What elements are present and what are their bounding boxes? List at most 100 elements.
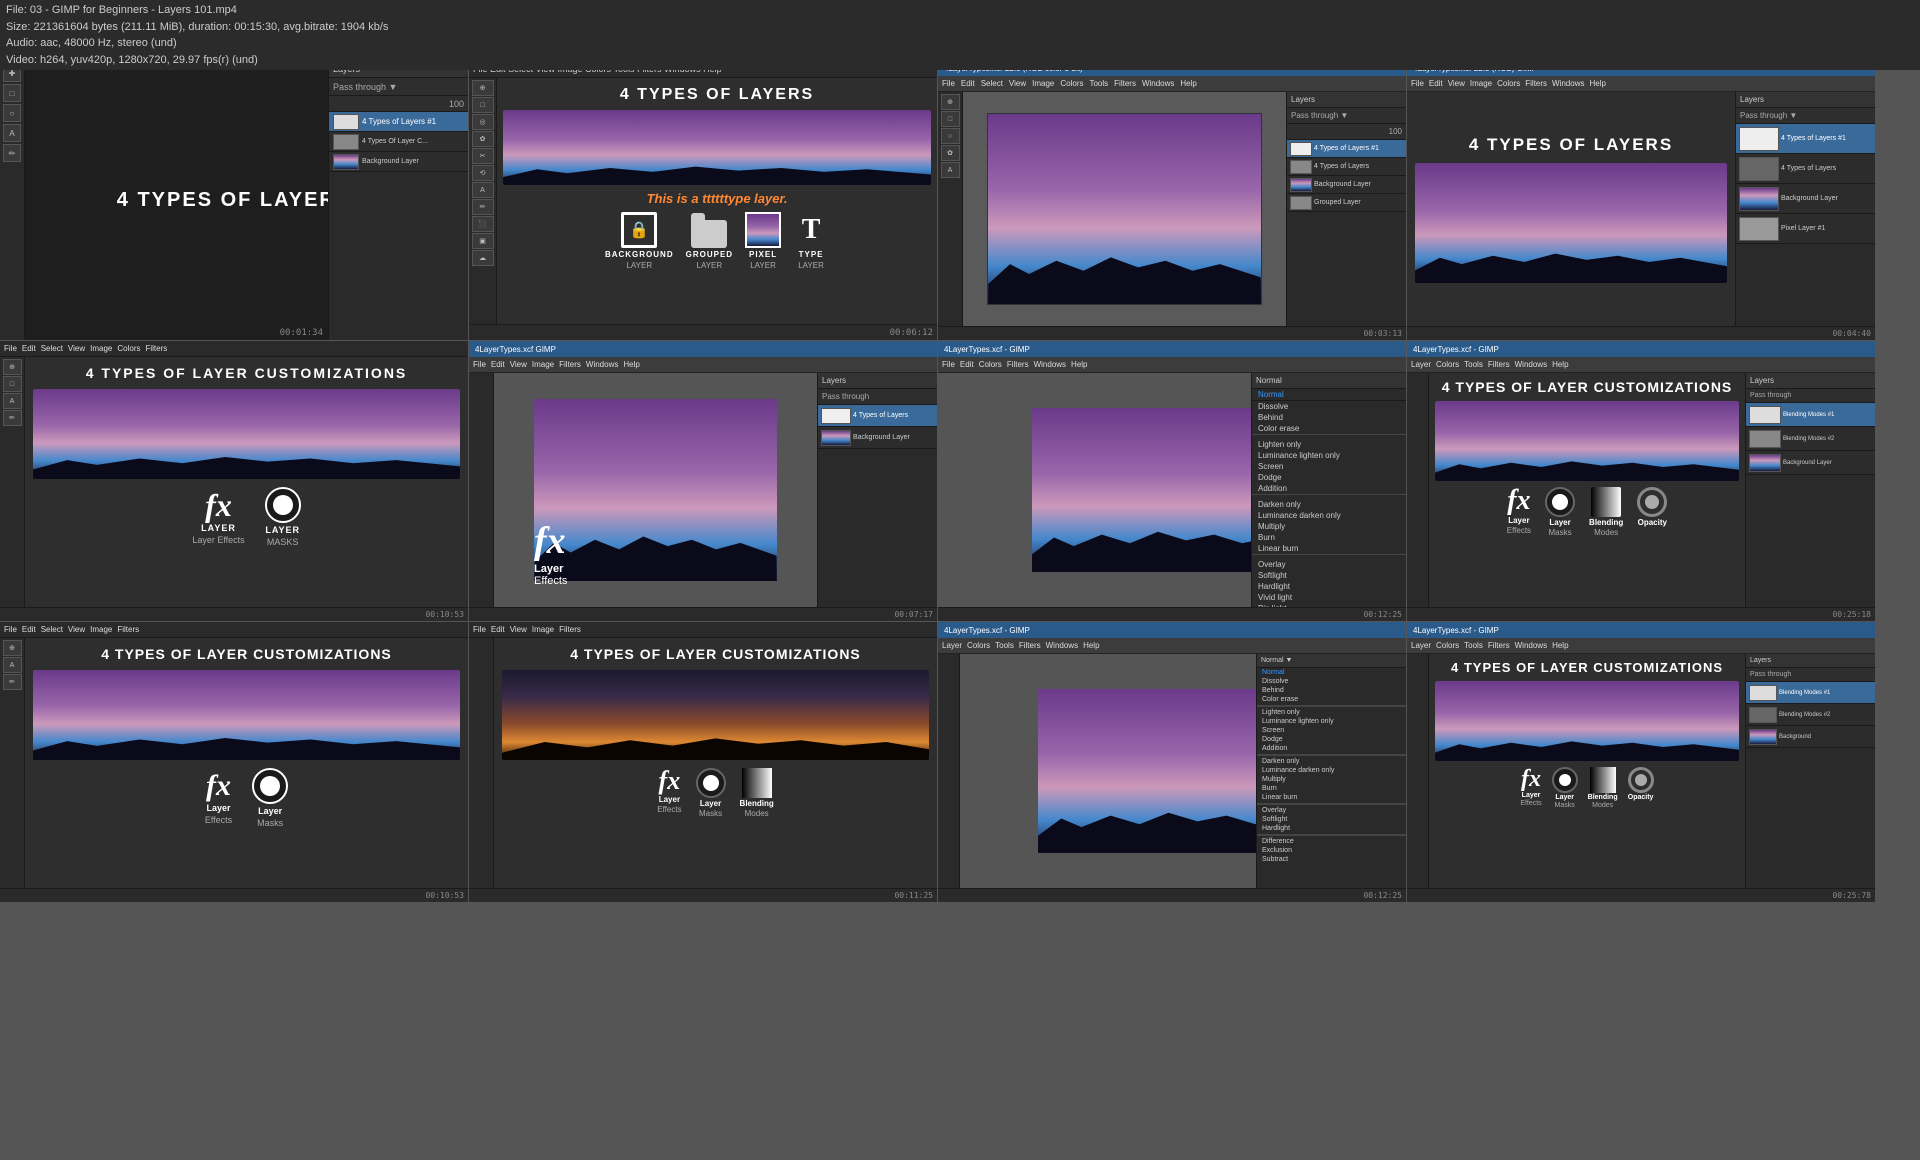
tb4[interactable]: ✿ <box>941 145 960 161</box>
p8-layer1[interactable]: Blending Modes #1 <box>1746 403 1875 427</box>
blend-multiply[interactable]: Multiply <box>1252 521 1406 532</box>
p11-addition[interactable]: Addition <box>1257 744 1406 753</box>
blend-vividlight[interactable]: Vivid light <box>1252 592 1406 603</box>
t1[interactable]: ⊕ <box>472 80 494 96</box>
p5t2[interactable]: □ <box>3 376 22 392</box>
layer-name-2: 4 Types Of Layer C... <box>362 138 428 145</box>
blend-softlight[interactable]: Softlight <box>1252 570 1406 581</box>
p12-layer2[interactable]: Blending Modes #2 <box>1746 704 1875 726</box>
p12-layer1[interactable]: Blending Modes #1 <box>1746 682 1875 704</box>
p8-blend-shape <box>1591 487 1621 517</box>
panel1-layer2[interactable]: 4 Types Of Layer C... <box>329 132 468 152</box>
panel8-titlebar: 4LayerTypes.xcf - GIMP <box>1407 341 1875 357</box>
p11-normal[interactable]: Normal <box>1257 668 1406 677</box>
t3[interactable]: ◎ <box>472 114 494 130</box>
p8-layer2[interactable]: Blending Modes #2 <box>1746 427 1875 451</box>
p11-burn[interactable]: Burn <box>1257 784 1406 793</box>
p12-layer3[interactable]: Background <box>1746 726 1875 748</box>
panel4-title: 4 Types of Layers <box>1469 135 1673 155</box>
t9[interactable]: ⬛ <box>472 216 494 232</box>
blend-normal[interactable]: Normal <box>1252 389 1406 401</box>
p8-layer3[interactable]: Background Layer <box>1746 451 1875 475</box>
p8-mask-shape <box>1545 487 1575 517</box>
blend-pinlight[interactable]: Pin light <box>1252 603 1406 607</box>
panel4-main: 4 Types of Layers <box>1407 92 1735 326</box>
tool-paint[interactable]: ✏ <box>3 144 21 162</box>
t10[interactable]: ▣ <box>472 233 494 249</box>
panel11-blend-modes[interactable]: Normal ▼ Normal Dissolve Behind Color er… <box>1256 654 1406 888</box>
p11-behind[interactable]: Behind <box>1257 686 1406 695</box>
panel1-layer-selected[interactable]: 4 Types of Layers #1 <box>329 112 468 132</box>
blend-lighten[interactable]: Lighten only <box>1252 439 1406 450</box>
panel12-layers-dock: Layers Pass through Blending Modes #1 Bl… <box>1745 654 1875 888</box>
p11-linearburn[interactable]: Linear burn <box>1257 793 1406 802</box>
panel3-layer4[interactable]: Grouped Layer <box>1287 194 1406 212</box>
p11-lumdarken[interactable]: Luminance darken only <box>1257 766 1406 775</box>
t6[interactable]: ⟲ <box>472 165 494 181</box>
p11-lighten[interactable]: Lighten only <box>1257 708 1406 717</box>
panel-11: 4LayerTypes.xcf - GIMP LayerColorsToolsF… <box>938 622 1406 902</box>
panel3-layer3[interactable]: Background Layer <box>1287 176 1406 194</box>
tb5[interactable]: A <box>941 162 960 178</box>
tb2[interactable]: □ <box>941 111 960 127</box>
panel1-layer3[interactable]: Background Layer <box>329 152 468 172</box>
panel4-layer2[interactable]: 4 Types of Layers <box>1736 154 1875 184</box>
p11-dissolve[interactable]: Dissolve <box>1257 677 1406 686</box>
blend-dodge[interactable]: Dodge <box>1252 472 1406 483</box>
tb1[interactable]: ⊕ <box>941 94 960 110</box>
blend-dissolve[interactable]: Dissolve <box>1252 401 1406 412</box>
blend-darken[interactable]: Darken only <box>1252 499 1406 510</box>
tb3[interactable]: ○ <box>941 128 960 144</box>
t5[interactable]: ✂ <box>472 148 494 164</box>
p11-overlay[interactable]: Overlay <box>1257 806 1406 815</box>
t11[interactable]: ☁ <box>472 250 494 266</box>
p6-layer1[interactable]: 4 Types of Layers <box>818 405 937 427</box>
t4[interactable]: ✿ <box>472 131 494 147</box>
t7[interactable]: A <box>472 182 494 198</box>
p5t1[interactable]: ⊕ <box>3 359 22 375</box>
tool-text[interactable]: A <box>3 124 21 142</box>
blend-addition[interactable]: Addition <box>1252 483 1406 494</box>
p11-erase[interactable]: Color erase <box>1257 695 1406 704</box>
p9t3[interactable]: ✏ <box>3 674 22 690</box>
p8-opacity-shape <box>1637 487 1667 517</box>
p11-screen[interactable]: Screen <box>1257 726 1406 735</box>
panel3-layer1[interactable]: 4 Types of Layers #1 <box>1287 140 1406 158</box>
p11-diff[interactable]: Difference <box>1257 837 1406 846</box>
panel3-layer2[interactable]: 4 Types of Layers <box>1287 158 1406 176</box>
panel4-layer4[interactable]: Pixel Layer #1 <box>1736 214 1875 244</box>
p5-fx-sub: Layer Effects <box>192 535 244 545</box>
blend-linearburn[interactable]: Linear burn <box>1252 543 1406 554</box>
t2[interactable]: □ <box>472 97 494 113</box>
p8-fx-label: Layer <box>1508 516 1529 525</box>
p11-sub[interactable]: Subtract <box>1257 855 1406 864</box>
blend-lumdarken[interactable]: Luminance darken only <box>1252 510 1406 521</box>
p11-multiply[interactable]: Multiply <box>1257 775 1406 784</box>
blend-screen[interactable]: Screen <box>1252 461 1406 472</box>
p5t3[interactable]: A <box>3 393 22 409</box>
tool-rect[interactable]: □ <box>3 84 21 102</box>
p11-darken[interactable]: Darken only <box>1257 757 1406 766</box>
blend-behind[interactable]: Behind <box>1252 412 1406 423</box>
panel4-layer3[interactable]: Background Layer <box>1736 184 1875 214</box>
blend-overlay[interactable]: Overlay <box>1252 559 1406 570</box>
p11-hard[interactable]: Hardlight <box>1257 824 1406 833</box>
p5t4[interactable]: ✏ <box>3 410 22 426</box>
t8[interactable]: ✏ <box>472 199 494 215</box>
panel7-blend-modes[interactable]: Normal Normal Dissolve Behind Color eras… <box>1251 373 1406 607</box>
blend-hardlight[interactable]: Hardlight <box>1252 581 1406 592</box>
p11-excl[interactable]: Exclusion <box>1257 846 1406 855</box>
p9t2[interactable]: A <box>3 657 22 673</box>
blend-lumlighten[interactable]: Luminance lighten only <box>1252 450 1406 461</box>
panel4-layer1[interactable]: 4 Types of Layers #1 <box>1736 124 1875 154</box>
p11-dodge[interactable]: Dodge <box>1257 735 1406 744</box>
blend-burn[interactable]: Burn <box>1252 532 1406 543</box>
p11-lumlighten[interactable]: Luminance lighten only <box>1257 717 1406 726</box>
p11-soft[interactable]: Softlight <box>1257 815 1406 824</box>
p6-layer2[interactable]: Background Layer <box>818 427 937 449</box>
bg-icon-sub: LAYER <box>626 261 652 270</box>
tool-lasso[interactable]: ○ <box>3 104 21 122</box>
blend-colorerase[interactable]: Color erase <box>1252 423 1406 434</box>
panel8-timestamp: 00:25:18 <box>1832 610 1871 619</box>
p9t1[interactable]: ⊕ <box>3 640 22 656</box>
